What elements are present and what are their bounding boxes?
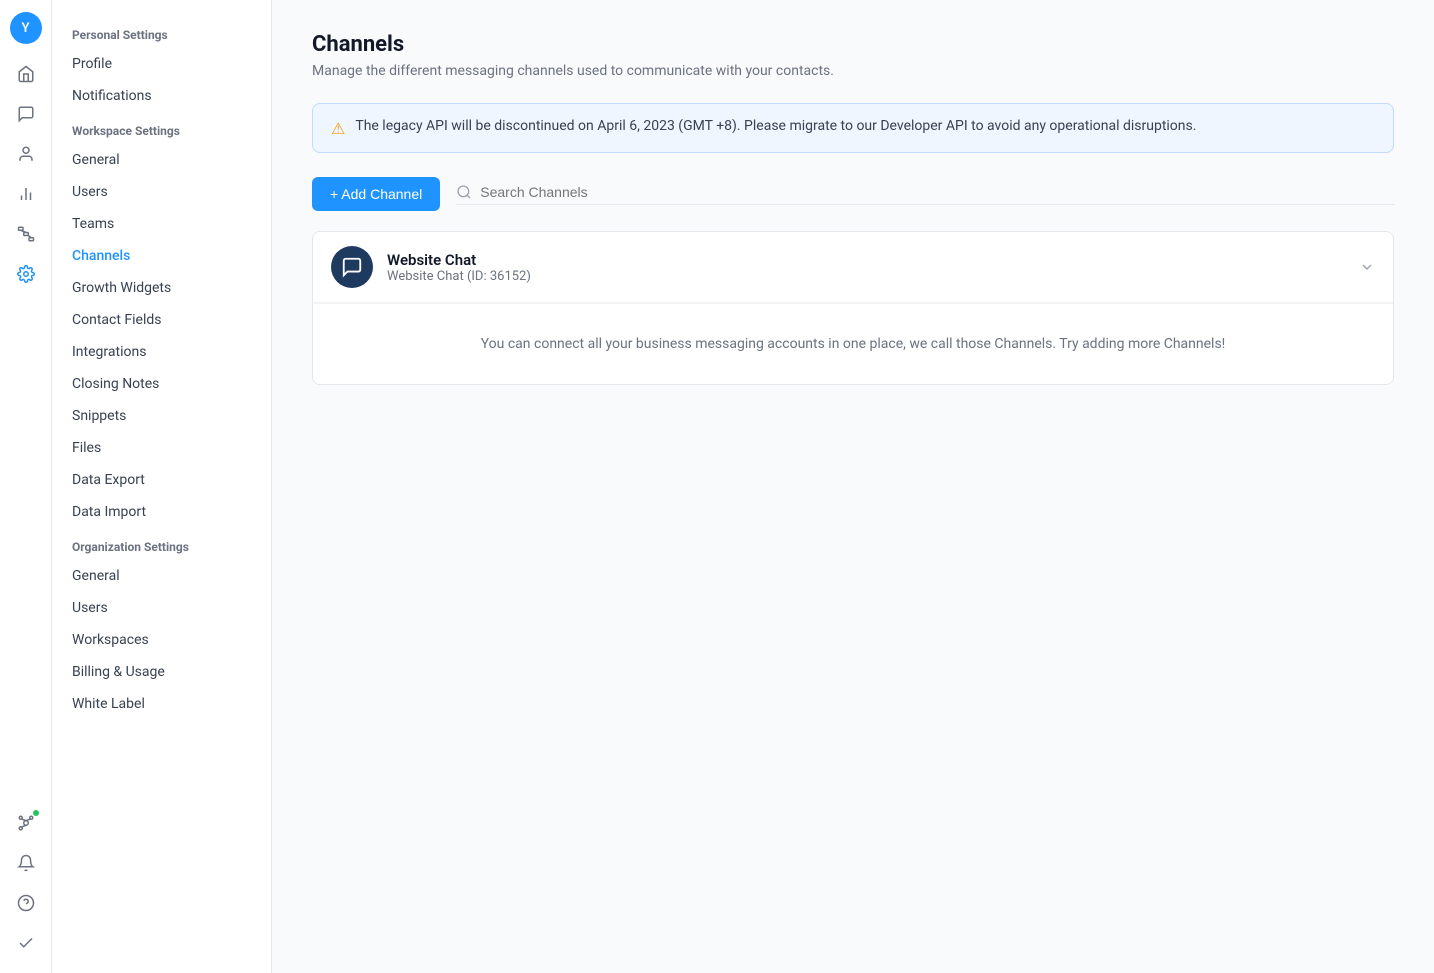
search-icon: [456, 184, 472, 200]
warning-text: The legacy API will be discontinued on A…: [355, 118, 1196, 134]
nav-item-billing[interactable]: Billing & Usage: [52, 656, 271, 688]
user-avatar[interactable]: Y: [10, 12, 42, 44]
contacts-icon[interactable]: [8, 136, 44, 172]
add-channel-button[interactable]: + Add Channel: [312, 177, 440, 211]
help-bottom-icon[interactable]: [8, 885, 44, 921]
nav-item-notifications[interactable]: Notifications: [52, 80, 271, 112]
nav-item-general-ws[interactable]: General: [52, 144, 271, 176]
channel-expand-button[interactable]: [1359, 259, 1375, 275]
status-bottom-icon[interactable]: [8, 925, 44, 961]
workspace-settings-title: Workspace Settings: [52, 112, 271, 144]
icon-sidebar: Y: [0, 0, 52, 973]
warning-icon: ⚠: [331, 119, 345, 138]
personal-settings-title: Personal Settings: [52, 16, 271, 48]
organization-settings-title: Organization Settings: [52, 528, 271, 560]
nav-sidebar: Personal Settings Profile Notifications …: [52, 0, 272, 973]
integrations-bottom-icon[interactable]: [8, 805, 44, 841]
channel-item: Website Chat Website Chat (ID: 36152): [313, 232, 1393, 303]
reports-icon[interactable]: [8, 176, 44, 212]
info-text: You can connect all your business messag…: [313, 303, 1393, 384]
settings-nav-icon[interactable]: [8, 256, 44, 292]
page-title: Channels: [312, 32, 1394, 57]
page-subtitle: Manage the different messaging channels …: [312, 63, 1394, 79]
nav-item-data-export[interactable]: Data Export: [52, 464, 271, 496]
notifications-bottom-icon[interactable]: [8, 845, 44, 881]
search-input[interactable]: [480, 184, 1394, 200]
channel-name: Website Chat: [387, 251, 1345, 269]
nav-item-teams[interactable]: Teams: [52, 208, 271, 240]
channel-id: Website Chat (ID: 36152): [387, 269, 1345, 284]
nav-item-growth-widgets[interactable]: Growth Widgets: [52, 272, 271, 304]
main-content: Channels Manage the different messaging …: [272, 0, 1434, 973]
nav-item-integrations[interactable]: Integrations: [52, 336, 271, 368]
nav-item-users-org[interactable]: Users: [52, 592, 271, 624]
nav-item-workspaces[interactable]: Workspaces: [52, 624, 271, 656]
channel-avatar: [331, 246, 373, 288]
nav-item-files[interactable]: Files: [52, 432, 271, 464]
chat-icon[interactable]: [8, 96, 44, 132]
nav-item-white-label[interactable]: White Label: [52, 688, 271, 720]
home-icon[interactable]: [8, 56, 44, 92]
nav-item-snippets[interactable]: Snippets: [52, 400, 271, 432]
nav-item-closing-notes[interactable]: Closing Notes: [52, 368, 271, 400]
search-wrapper: [456, 184, 1394, 205]
nav-item-profile[interactable]: Profile: [52, 48, 271, 80]
nav-item-data-import[interactable]: Data Import: [52, 496, 271, 528]
nav-item-contact-fields[interactable]: Contact Fields: [52, 304, 271, 336]
toolbar: + Add Channel: [312, 177, 1394, 211]
nav-item-general-org[interactable]: General: [52, 560, 271, 592]
hierarchy-icon[interactable]: [8, 216, 44, 252]
nav-item-channels[interactable]: Channels: [52, 240, 271, 272]
channel-list: Website Chat Website Chat (ID: 36152) Yo…: [312, 231, 1394, 385]
channel-info: Website Chat Website Chat (ID: 36152): [387, 251, 1345, 284]
nav-item-users-ws[interactable]: Users: [52, 176, 271, 208]
warning-banner: ⚠ The legacy API will be discontinued on…: [312, 103, 1394, 153]
